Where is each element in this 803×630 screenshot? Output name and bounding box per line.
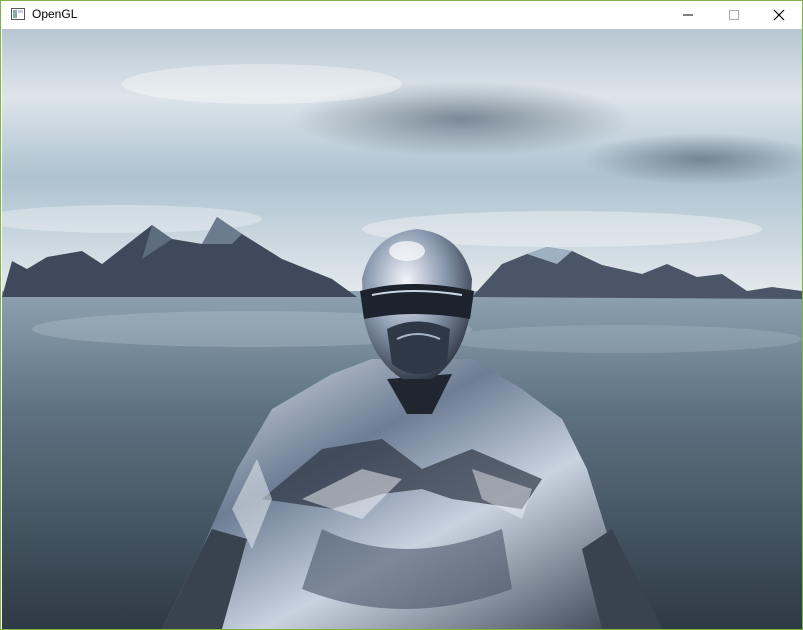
minimize-button[interactable]: [665, 1, 711, 29]
window-title: OpenGL: [32, 7, 78, 21]
title-bar[interactable]: OpenGL: [1, 1, 802, 29]
maximize-icon: [729, 10, 739, 20]
close-button[interactable]: [756, 1, 802, 29]
close-icon: [773, 9, 785, 21]
app-window-icon: [11, 8, 25, 20]
opengl-render-viewport[interactable]: [2, 29, 802, 629]
minimize-icon: [683, 14, 693, 16]
rendered-scene: [2, 29, 802, 629]
opengl-window: OpenGL: [0, 0, 803, 630]
maximize-button[interactable]: [711, 1, 757, 29]
